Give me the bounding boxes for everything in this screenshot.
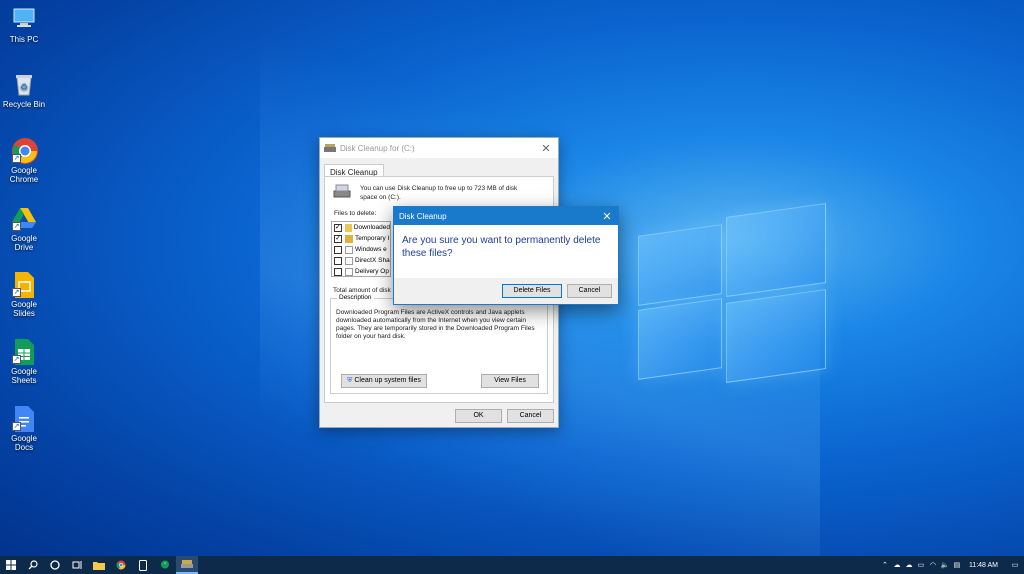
close-icon[interactable]: ✕	[534, 142, 558, 155]
disk-cleanup-icon	[324, 144, 336, 152]
recycle-bin-icon: ♻	[11, 71, 37, 97]
dialog-footer: Delete Files Cancel	[394, 278, 618, 304]
desktop-icon-label: Recycle Bin	[2, 100, 46, 109]
clock[interactable]: 11:48 AM	[963, 562, 1006, 569]
google-slides-icon: ↗	[11, 271, 37, 298]
file-name: Delivery Op	[355, 268, 389, 275]
checkbox[interactable]	[334, 245, 342, 254]
folder-icon	[344, 223, 352, 232]
files-list[interactable]: ✓ Downloaded ✓ Temporary I Windows e Direc…	[331, 221, 391, 277]
cortana-icon[interactable]	[44, 556, 66, 574]
file-explorer-icon[interactable]	[88, 556, 110, 574]
shortcut-arrow-icon: ↗	[12, 154, 21, 163]
shield-icon: ⛨	[347, 377, 353, 384]
hangouts-icon[interactable]: "	[154, 556, 176, 574]
chevron-up-icon[interactable]: ⌃	[879, 556, 891, 574]
dialog-message: Are you sure you want to permanently del…	[402, 235, 601, 259]
files-to-delete-label: Files to delete:	[334, 210, 377, 217]
svg-text:♻: ♻	[20, 82, 28, 92]
file-name: Downloaded	[353, 224, 390, 231]
file-icon	[345, 256, 353, 265]
file-name: DirectX Sha	[355, 257, 390, 264]
search-icon[interactable]	[22, 556, 44, 574]
google-sheets-icon: ↗	[11, 338, 37, 365]
clean-up-system-files-button[interactable]: ⛨ Clean up system files	[341, 374, 427, 388]
file-icon	[345, 245, 353, 254]
window-titlebar[interactable]: Disk Cleanup for (C:) ✕	[320, 138, 558, 158]
google-drive-icon: ↗	[11, 205, 37, 231]
lock-icon	[345, 234, 353, 243]
desktop-icon-google-drive[interactable]: ↗ Google Drive	[2, 205, 46, 252]
desktop-icon-google-sheets[interactable]: ↗ Google Sheets	[2, 338, 46, 385]
checkbox[interactable]	[334, 256, 342, 265]
view-files-button[interactable]: View Files	[481, 374, 539, 388]
file-icon	[345, 267, 353, 276]
desktop-icon-label: Google Drive	[11, 234, 37, 252]
desktop-icon-label: This PC	[9, 35, 39, 44]
button-label: Clean up system files	[354, 377, 421, 384]
battery-icon[interactable]: ▭	[915, 556, 927, 574]
keyboard-icon[interactable]: ▤	[951, 556, 963, 574]
windows-logo-wallpaper	[630, 200, 830, 384]
google-docs-icon: ↗	[11, 405, 37, 432]
desktop-icon-label: Google Chrome	[9, 166, 39, 184]
desktop-icon-google-docs[interactable]: ↗ Google Docs	[2, 405, 46, 452]
list-item[interactable]: DirectX Sha	[332, 255, 390, 266]
chrome-icon: ↗	[11, 137, 38, 164]
dialog-title: Disk Cleanup	[399, 211, 447, 221]
close-icon[interactable]: ✕	[596, 210, 618, 223]
description-text: Downloaded Program Files are ActiveX con…	[336, 309, 535, 340]
desktop-icon-label: Google Slides	[11, 300, 37, 318]
checkbox[interactable]	[334, 267, 342, 276]
notification-icon[interactable]: ▭	[1006, 556, 1024, 574]
checkbox-checked[interactable]: ✓	[334, 234, 342, 243]
chrome-taskbar-icon[interactable]	[110, 556, 132, 574]
list-item[interactable]: ✓ Downloaded	[332, 222, 390, 233]
dialog-titlebar[interactable]: Disk Cleanup ✕	[394, 207, 618, 225]
desktop-icon-recycle-bin[interactable]: ♻ Recycle Bin	[2, 71, 46, 109]
confirm-delete-dialog: Disk Cleanup ✕ Are you sure you want to …	[393, 206, 619, 305]
delete-files-button[interactable]: Delete Files	[502, 284, 562, 298]
checkbox-checked[interactable]: ✓	[334, 223, 342, 232]
desktop-icon-chrome[interactable]: ↗ Google Chrome	[2, 137, 46, 184]
onedrive-icon[interactable]: ☁	[903, 556, 915, 574]
intro-text: You can use Disk Cleanup to free up to 7…	[360, 185, 518, 201]
disk-cleanup-taskbar-icon[interactable]	[176, 556, 198, 574]
list-item[interactable]: Delivery Op	[332, 266, 390, 276]
desktop-icon-this-pc[interactable]: This PC	[2, 6, 46, 44]
description-label: Description	[337, 294, 374, 301]
taskbar: " ⌃ ☁ ☁ ▭ ◠ 🔈 ▤ 11:48 AM ▭	[0, 556, 1024, 574]
shortcut-arrow-icon: ↗	[12, 222, 21, 231]
wifi-icon[interactable]: ◠	[927, 556, 939, 574]
cancel-button[interactable]: Cancel	[507, 409, 554, 423]
list-item[interactable]: ✓ Temporary I	[332, 233, 390, 244]
drive-icon	[333, 184, 351, 198]
file-name: Windows e	[355, 246, 387, 253]
file-name: Temporary I	[355, 235, 390, 242]
svg-text:": "	[164, 563, 166, 569]
volume-icon[interactable]: 🔈	[939, 556, 951, 574]
dialog-cancel-button[interactable]: Cancel	[567, 284, 612, 298]
list-item[interactable]: Windows e	[332, 244, 390, 255]
shortcut-arrow-icon: ↗	[12, 355, 21, 364]
task-view-icon[interactable]	[66, 556, 88, 574]
phone-icon[interactable]	[132, 556, 154, 574]
desktop-icon-label: Google Docs	[11, 434, 37, 452]
total-amount-label: Total amount of disk	[333, 287, 391, 294]
shortcut-arrow-icon: ↗	[12, 288, 21, 297]
start-button[interactable]	[0, 556, 22, 574]
system-tray: ⌃ ☁ ☁ ▭ ◠ 🔈 ▤ 11:48 AM ▭	[879, 556, 1024, 574]
desktop-icon-google-slides[interactable]: ↗ Google Slides	[2, 271, 46, 318]
window-title: Disk Cleanup for (C:)	[340, 143, 415, 153]
cloud-icon[interactable]: ☁	[891, 556, 903, 574]
pc-icon	[11, 6, 37, 32]
windows-start-icon	[6, 560, 16, 570]
desktop-icon-label: Google Sheets	[11, 367, 37, 385]
shortcut-arrow-icon: ↗	[12, 422, 21, 431]
ok-button[interactable]: OK	[455, 409, 502, 423]
